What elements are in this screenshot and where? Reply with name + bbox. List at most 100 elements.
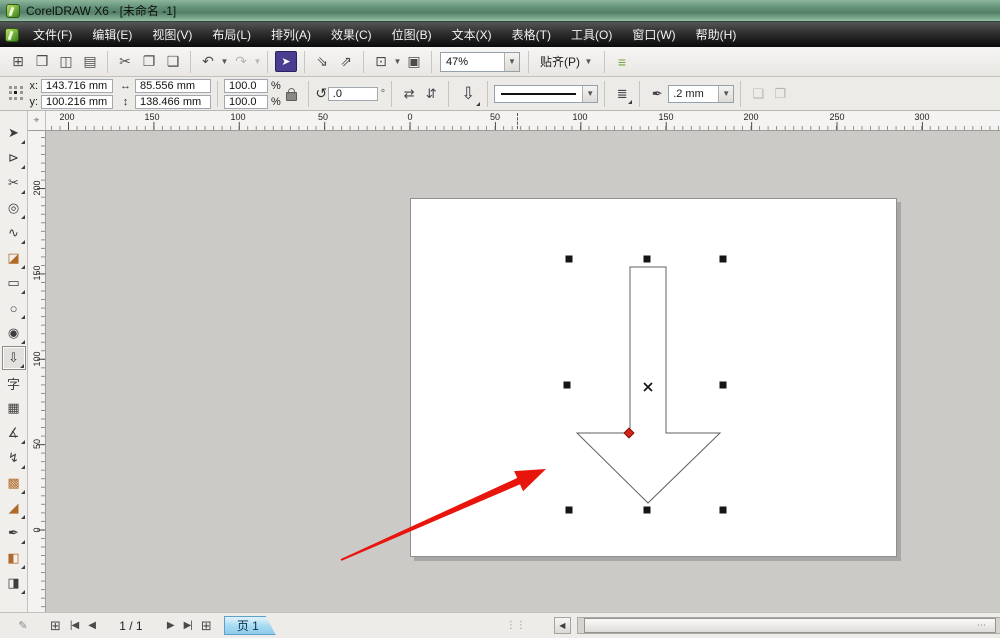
propbar-separator [604,80,606,107]
chevron-down-icon[interactable]: ▼ [582,85,598,102]
menu-items: 文件(F) 编辑(E) 视图(V) 布局(L) 排列(A) 效果(C) 位图(B) 文本(X)… [23,22,746,47]
menu-排列a[interactable]: 排列(A) [261,22,321,47]
application-launcher-button[interactable]: ⊡ [369,50,393,73]
add-page-start-button[interactable]: ⊞ [46,618,65,634]
polygon-tool[interactable]: ◉ [2,321,26,345]
copy-button[interactable]: ❐ [137,50,161,73]
property-bar: x: 143.716 mm y: 100.216 mm ↔ 85.556 mm … [0,77,1000,111]
x-position-field[interactable]: 143.716 mm [41,78,113,93]
menu-视图v[interactable]: 视图(V) [142,22,202,47]
scale-x-field[interactable]: 100.0 [224,78,268,93]
eyedropper-tool[interactable]: ◢ [2,496,26,520]
snap-to-button[interactable]: 贴齐(P) ▼ [534,51,599,73]
freehand-tool[interactable]: ∿ [2,221,26,245]
v-ruler-number: 50 [32,439,42,450]
page-tab-1[interactable]: 页 1 [224,616,276,635]
drawing-page[interactable] [410,198,897,557]
object-width-field[interactable]: 85.556 mm [135,78,211,93]
document-window-icon[interactable] [5,27,19,42]
save-button[interactable]: ◫ [54,50,78,73]
zoom-tool[interactable]: ◎ [2,196,26,220]
chevron-down-icon[interactable]: ▼ [220,57,229,66]
drawing-workspace[interactable] [46,131,1000,612]
splitter-grip[interactable]: ⋮⋮ [506,620,526,631]
welcome-screen-button[interactable]: ▣ [402,50,426,73]
pick-tool[interactable]: ➤ [2,121,26,145]
previous-page-button[interactable]: ◀ [83,620,100,631]
outline-width-select[interactable]: .2 mm ▼ [668,84,735,103]
h-ruler-number: 0 [407,112,413,122]
export-button[interactable]: ⇗ [334,50,358,73]
smart-fill-tool[interactable]: ◪ [2,246,26,270]
lock-ratio-icon[interactable] [285,87,297,101]
chevron-down-icon[interactable]: ▼ [393,57,402,66]
rotation-angle-field[interactable]: .0 [327,86,378,101]
menu-文本x[interactable]: 文本(X) [442,22,502,47]
menu-窗口w[interactable]: 窗口(W) [622,22,685,47]
redo-button[interactable]: ↷ [229,50,253,73]
menu-效果c[interactable]: 效果(C) [321,22,382,47]
menu-表格t[interactable]: 表格(T) [502,22,561,47]
y-position-field[interactable]: 100.216 mm [41,94,113,109]
table-tool[interactable]: ▦ [2,396,26,420]
outline-style-select[interactable]: ▼ [494,84,599,103]
object-height-field[interactable]: 138.466 mm [135,94,211,109]
shape-tool[interactable]: ⊳ [2,146,26,170]
scale-y-field[interactable]: 100.0 [224,94,268,109]
propbar-separator [448,80,450,107]
text-tool[interactable]: 字 [2,371,26,395]
options-button[interactable]: ≡ [610,50,634,73]
chevron-down-icon[interactable]: ▼ [718,85,734,102]
last-page-button[interactable]: ▶| [179,620,197,631]
search-content-button[interactable]: ➤ [275,51,297,72]
interactive-fill-tool[interactable]: ◨ [2,571,26,595]
open-button[interactable]: ❒ [30,50,54,73]
cut-button[interactable]: ✂ [113,50,137,73]
menu-文件f[interactable]: 文件(F) [23,22,82,47]
zoom-level-select[interactable]: 47% ▼ [440,51,520,72]
print-button[interactable]: ▤ [78,50,102,73]
horizontal-ruler[interactable]: 200 150 100 50 0 50 100 150 200 250 300 [46,111,1000,131]
basic-shapes-tool[interactable]: ⇩ [1,346,26,370]
y-label: y: [29,95,38,108]
horizontal-scrollbar-thumb[interactable]: ⋯ [583,618,996,633]
new-document-button[interactable]: ⊞ [6,50,30,73]
connector-tool[interactable]: ↯ [2,446,26,470]
title-bar: CorelDRAW X6 - [未命名 -1] [0,0,1000,22]
mirror-horizontal-button[interactable]: ⇄ [398,83,420,105]
paste-button[interactable]: ❑ [161,50,185,73]
vertical-ruler[interactable]: 200 150 100 50 0 [28,131,46,612]
chevron-down-icon[interactable]: ▼ [253,57,262,66]
propbar-separator [217,80,218,107]
mirror-vertical-button[interactable]: ⇵ [420,83,442,105]
scroll-left-button[interactable]: ◀ [553,617,571,634]
undo-button[interactable]: ↶ [196,50,220,73]
menu-工具o[interactable]: 工具(O) [561,22,622,47]
drop-shadow-tool[interactable]: ▩ [2,471,26,495]
to-front-button[interactable]: ❐ [769,83,791,105]
ruler-cursor-indicator [517,113,518,129]
to-back-button[interactable]: ❏ [747,83,769,105]
next-page-button[interactable]: ▶ [162,620,179,631]
menu-布局l[interactable]: 布局(L) [202,22,261,47]
outline-pen-tool[interactable]: ✒ [2,521,26,545]
ellipse-tool[interactable]: ○ [2,296,26,320]
h-ruler-number: 100 [572,112,588,122]
wrap-text-button[interactable]: ≣ [611,83,633,105]
add-page-end-button[interactable]: ⊞ [197,618,216,634]
first-page-button[interactable]: |◀ [65,620,83,631]
rectangle-tool[interactable]: ▭ [2,271,26,295]
ruler-origin-corner[interactable]: ⌖ [28,111,46,131]
menu-编辑e[interactable]: 编辑(E) [82,22,142,47]
page-indicator: 1 / 1 [119,618,143,633]
horizontal-scrollbar[interactable]: ⋯ [576,617,1000,634]
menu-帮助h[interactable]: 帮助(H) [686,22,747,47]
fill-tool[interactable]: ◧ [2,546,26,570]
percent-label: % [271,95,281,108]
menu-位图b[interactable]: 位图(B) [382,22,442,47]
chevron-down-icon[interactable]: ▼ [504,52,519,71]
dimension-tool[interactable]: ∡ [2,421,26,445]
import-button[interactable]: ⇘ [310,50,334,73]
crop-tool[interactable]: ✂ [2,171,26,195]
perfect-shape-picker-button[interactable]: ⇩ [455,81,481,107]
